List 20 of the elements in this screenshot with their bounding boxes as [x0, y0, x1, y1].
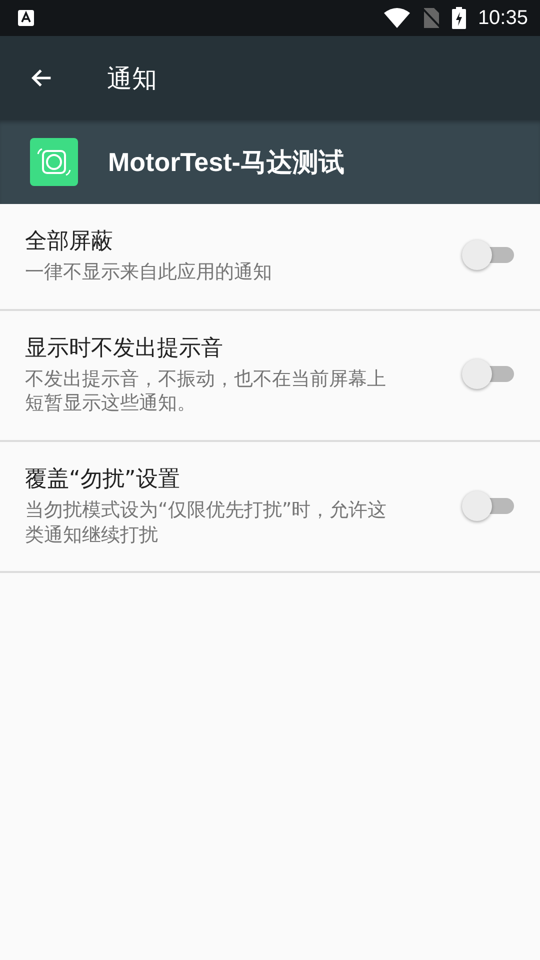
status-time: 10:35: [478, 6, 528, 30]
screen-title: 通知: [107, 62, 157, 94]
toggle-switch[interactable]: [462, 358, 514, 390]
setting-row[interactable]: 覆盖“勿扰”设置 当勿扰模式设为“仅限优先打扰”时，允许这类通知继续打扰: [0, 442, 540, 574]
notification-icon: [18, 10, 34, 26]
app-icon: [30, 138, 78, 186]
wifi-icon: [384, 8, 410, 28]
setting-title: 全部屏蔽: [25, 228, 114, 256]
setting-title: 覆盖“勿扰”设置: [25, 466, 181, 494]
setting-description: 一律不显示来自此应用的通知: [25, 260, 273, 285]
toggle-switch[interactable]: [462, 239, 514, 272]
battery-charging-icon: [452, 7, 466, 29]
no-sim-icon: [422, 8, 440, 28]
setting-row[interactable]: 全部屏蔽 一律不显示来自此应用的通知: [0, 204, 540, 311]
setting-description: 当勿扰模式设为“仅限优先打扰”时，允许这类通知继续打扰: [25, 498, 388, 548]
setting-row[interactable]: 显示时不发出提示音 不发出提示音，不振动，也不在当前屏幕上短暂显示这些通知。: [0, 310, 540, 442]
setting-title: 显示时不发出提示音: [25, 334, 224, 363]
setting-description: 不发出提示音，不振动，也不在当前屏幕上短暂显示这些通知。: [25, 366, 387, 416]
toggle-switch[interactable]: [462, 490, 514, 522]
app-name: MotorTest-马达测试: [108, 146, 344, 178]
